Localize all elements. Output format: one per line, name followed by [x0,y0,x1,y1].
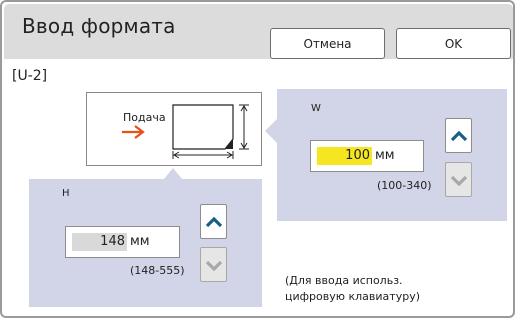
width-label: W [311,103,321,114]
chevron-down-icon [205,260,222,271]
h-panel-pointer [164,168,182,179]
height-decrease-button[interactable] [200,247,227,282]
title-bar: Ввод формата Отмена OK [4,4,513,59]
width-unit: мм [375,148,395,163]
height-unit: мм [130,234,150,249]
w-panel-pointer [265,119,277,143]
width-range: (100-340) [377,179,432,192]
height-increase-button[interactable] [200,204,227,239]
paper-size-diagram: Подача [86,92,262,166]
keypad-hint-line-1: (Для ввода использ. [285,274,403,287]
width-input[interactable]: 100 мм [310,140,424,172]
width-increase-button[interactable] [445,118,472,153]
height-label: H [62,188,70,199]
chevron-up-icon [205,216,222,227]
chevron-up-icon [450,130,467,141]
height-input[interactable]: 148 мм [65,226,180,258]
feed-direction-arrow-icon [122,125,145,139]
paper-sheet-icon [172,104,249,159]
dialog-title: Ввод формата [22,14,176,38]
height-panel: H 148 мм (148-555) [29,179,262,307]
ok-button[interactable]: OK [396,28,511,59]
height-range: (148-555) [130,264,185,277]
keypad-hint-line-2: цифровую клавиатуру) [285,290,420,303]
keypad-hint: (Для ввода использ. цифровую клавиатуру) [285,273,420,305]
format-dialog: Ввод формата Отмена OK [U-2] Подача W 10… [0,0,515,318]
width-decrease-button[interactable] [445,162,472,197]
width-panel: W 100 мм (100-340) [277,89,507,221]
chevron-down-icon [450,175,467,186]
height-value: 148 [72,233,127,251]
cancel-button[interactable]: Отмена [270,28,385,59]
width-value: 100 [317,147,372,165]
section-code: [U-2] [12,68,48,84]
